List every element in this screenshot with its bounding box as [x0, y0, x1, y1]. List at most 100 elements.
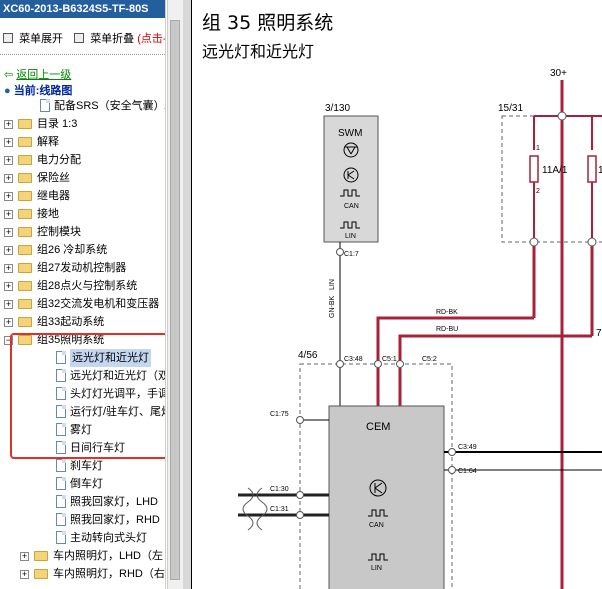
- tree-item[interactable]: + 控制模块: [0, 223, 165, 241]
- wire-number: 7: [596, 328, 602, 339]
- tree-item-label[interactable]: 组28点火与控制系统: [37, 277, 137, 295]
- tree-item[interactable]: + 组32交流发电机和变压器: [0, 295, 165, 313]
- tree-item-label[interactable]: 组32交流发电机和变压器: [37, 295, 159, 313]
- swm-ref: 3/130: [325, 103, 350, 114]
- expand-toggle-icon[interactable]: +: [4, 120, 13, 129]
- document-icon: [40, 99, 50, 112]
- pane-splitter[interactable]: [183, 0, 191, 589]
- back-link[interactable]: ⇦ 返回上一级: [4, 66, 71, 82]
- folder-icon: [18, 137, 32, 147]
- swm-connector: C1:7: [344, 251, 359, 258]
- tree-item[interactable]: 照我回家灯，RHD（右: [0, 511, 165, 529]
- folder-icon: [18, 191, 32, 201]
- tree-item[interactable]: + 组26 冷却系统: [0, 241, 165, 259]
- expand-toggle-icon[interactable]: +: [4, 228, 13, 237]
- expand-toggle-icon[interactable]: +: [4, 192, 13, 201]
- folder-icon: [18, 263, 32, 273]
- expand-icon[interactable]: [3, 33, 13, 43]
- expand-toggle-icon[interactable]: +: [4, 210, 13, 219]
- expand-toggle-icon[interactable]: +: [4, 282, 13, 291]
- tree-item-label[interactable]: 倒车灯: [70, 475, 103, 493]
- tree-item[interactable]: 倒车灯: [0, 475, 165, 493]
- conn-c349: C3:49: [458, 444, 477, 451]
- expand-toggle-icon[interactable]: +: [4, 174, 13, 183]
- expand-toggle-icon[interactable]: +: [4, 300, 13, 309]
- expand-toggle-icon[interactable]: +: [4, 156, 13, 165]
- tree-item-label[interactable]: 目录 1:3: [37, 115, 77, 133]
- folder-icon: [18, 155, 32, 165]
- document-icon: [56, 495, 66, 508]
- folder-icon: [18, 119, 32, 129]
- tree-item[interactable]: 刹车灯: [0, 457, 165, 475]
- cem-can: CAN: [369, 522, 384, 529]
- folder-icon: [18, 317, 32, 327]
- tree-item[interactable]: + 解释: [0, 133, 165, 151]
- expand-toggle-icon[interactable]: +: [4, 246, 13, 255]
- navigation-panel: XC60-2013-B6324S5-TF-80S 菜单展开 菜单折叠 (点击- …: [0, 0, 166, 589]
- cem-ref: 4/56: [298, 350, 318, 361]
- conn-c164: C1:64: [458, 468, 477, 475]
- tree-item-label[interactable]: 车内照明灯，RHD（右: [53, 565, 165, 583]
- expand-toggle-icon[interactable]: +: [20, 570, 29, 579]
- expand-menu-button[interactable]: 菜单展开: [19, 30, 63, 46]
- conn-c131: C1:31: [270, 506, 289, 513]
- tree-item[interactable]: + 目录 1:3: [0, 115, 165, 133]
- tree-item[interactable]: + 车内照明灯，RHD（右: [0, 565, 165, 583]
- current-location-label: 当前:线路图: [13, 85, 73, 97]
- tree-item-label[interactable]: 继电器: [37, 187, 70, 205]
- wiring-diagram: 30+ 15/31 1 11A/1 1 2 3/130 SWM: [238, 68, 602, 589]
- collapse-icon[interactable]: [74, 33, 85, 43]
- tree-item-label[interactable]: 车内照明灯，LHD（左: [53, 547, 163, 565]
- tree-item-label[interactable]: 主动转向式头灯: [70, 529, 147, 547]
- fuse-pin1: 1: [536, 145, 540, 152]
- fuse-label-2: 1: [598, 165, 602, 176]
- expand-toggle-icon[interactable]: +: [4, 318, 13, 327]
- tree-item-label[interactable]: 组33起动系统: [37, 313, 104, 331]
- tree-item[interactable]: + 继电器: [0, 187, 165, 205]
- tree-item[interactable]: + 保险丝: [0, 169, 165, 187]
- tree-item[interactable]: + 车内照明灯，LHD（左: [0, 547, 165, 565]
- location-icon: ●: [4, 85, 11, 97]
- tree-item-label[interactable]: 组26 冷却系统: [37, 241, 107, 259]
- tree-item[interactable]: + 组33起动系统: [0, 313, 165, 331]
- wire-gnbk-label: GN-BK: [329, 296, 336, 319]
- document-icon: [56, 513, 66, 526]
- tree-item[interactable]: + 组28点火与控制系统: [0, 277, 165, 295]
- tree-item[interactable]: + 接地: [0, 205, 165, 223]
- collapse-menu-button[interactable]: 菜单折叠: [90, 30, 134, 46]
- current-location: ● 当前:线路图: [4, 82, 72, 98]
- folder-icon: [18, 173, 32, 183]
- tree-item[interactable]: + 组27发动机控制器: [0, 259, 165, 277]
- document-icon: [56, 459, 66, 472]
- back-link-label[interactable]: 返回上一级: [16, 69, 71, 81]
- tree-item-label[interactable]: 刹车灯: [70, 457, 103, 475]
- tree-item-label[interactable]: 控制模块: [37, 223, 81, 241]
- tree-item-label[interactable]: 照我回家灯，LHD（左: [70, 493, 165, 511]
- expand-toggle-icon[interactable]: +: [4, 138, 13, 147]
- document-view: 组 35 照明系统 远光灯和近光灯 30+ 15/31 1 11A/1 1 2 …: [191, 0, 602, 589]
- tree-item-label[interactable]: 接地: [37, 205, 59, 223]
- supply-label: 30+: [550, 68, 567, 79]
- document-icon: [56, 531, 66, 544]
- cem-module: [328, 405, 445, 589]
- fuse-11a1: [529, 155, 539, 183]
- folder-icon: [34, 551, 48, 561]
- tree-item[interactable]: + 电力分配: [0, 151, 165, 169]
- vertical-scrollbar[interactable]: [167, 0, 183, 589]
- tree-item-label[interactable]: 组27发动机控制器: [37, 259, 126, 277]
- conn-c52: C5:2: [422, 356, 437, 363]
- tree-item-label[interactable]: 配备SRS（安全气囊）/SI: [54, 97, 165, 115]
- tree-item-label[interactable]: 解释: [37, 133, 59, 151]
- scrollbar-thumb[interactable]: [170, 20, 180, 580]
- conn-c130: C1:30: [270, 486, 289, 493]
- expand-toggle-icon[interactable]: +: [4, 264, 13, 273]
- tree-item[interactable]: 主动转向式头灯: [0, 529, 165, 547]
- conn-c175: C1:75: [270, 411, 289, 418]
- tree-item-label[interactable]: 电力分配: [37, 151, 81, 169]
- expand-toggle-icon[interactable]: +: [20, 552, 29, 561]
- wire-rdbk-label: RD-BK: [436, 309, 458, 316]
- tree-item-label[interactable]: 照我回家灯，RHD（右: [70, 511, 165, 529]
- tree-item[interactable]: 照我回家灯，LHD（左: [0, 493, 165, 511]
- tree-item[interactable]: 配备SRS（安全气囊）/SI: [0, 97, 165, 115]
- tree-item-label[interactable]: 保险丝: [37, 169, 70, 187]
